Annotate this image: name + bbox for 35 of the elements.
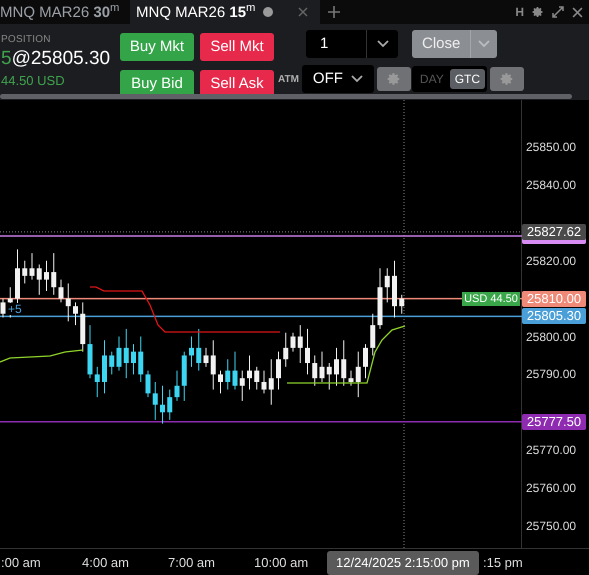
pnl-tag: USD 44.50	[462, 292, 520, 306]
crosshair-time-label: 12/24/2025 2:15:00 pm	[327, 551, 479, 575]
order-button[interactable]: Sell Mkt	[200, 33, 274, 61]
time-label: 10:00 am	[254, 554, 308, 572]
price-marker: 25827.62	[522, 224, 586, 240]
close-button[interactable]: Close	[412, 30, 498, 58]
time-label: :15 pm	[483, 554, 523, 572]
price-marker: 25805.30	[522, 308, 586, 324]
position-price: @25805.30	[12, 47, 110, 71]
position-tag: +5	[8, 303, 22, 316]
price-tick: 25850.00	[526, 141, 576, 153]
price-tick: 25820.00	[526, 254, 576, 267]
position-label: POSITION	[1, 33, 52, 47]
hide-button[interactable]: H	[515, 3, 524, 21]
price-tick: 25800.00	[526, 330, 576, 342]
chart-tab[interactable]: MNQ MAR26 15$^{m}$	[130, 0, 320, 24]
position-quantity: 5	[1, 47, 12, 71]
price-tick: 25840.00	[526, 178, 576, 191]
quantity-field[interactable]: 1	[306, 30, 398, 58]
price-tick: 25790.00	[526, 368, 576, 380]
atm-dropdown[interactable]: OFF	[302, 65, 374, 93]
position-pnl: 44.50 USD	[1, 72, 65, 90]
atm-label: ATM	[278, 72, 299, 86]
price-tick: 25760.00	[526, 482, 576, 494]
chart-tab[interactable]: MNQ MAR26 30$^{m}$	[0, 0, 130, 24]
time-in-force-option[interactable]: DAY	[414, 69, 450, 89]
price-marker: 25777.50	[522, 414, 586, 430]
time-in-force-option[interactable]: GTC	[450, 69, 486, 89]
price-marker: 25810.00	[522, 290, 586, 307]
price-tick: 25770.00	[526, 444, 576, 456]
time-label: 7:00 am	[168, 554, 215, 572]
price-tick: 25750.00	[526, 520, 576, 532]
time-label: :00 am	[1, 554, 41, 572]
time-label: 4:00 am	[82, 554, 129, 572]
order-button[interactable]: Buy Mkt	[120, 33, 194, 61]
